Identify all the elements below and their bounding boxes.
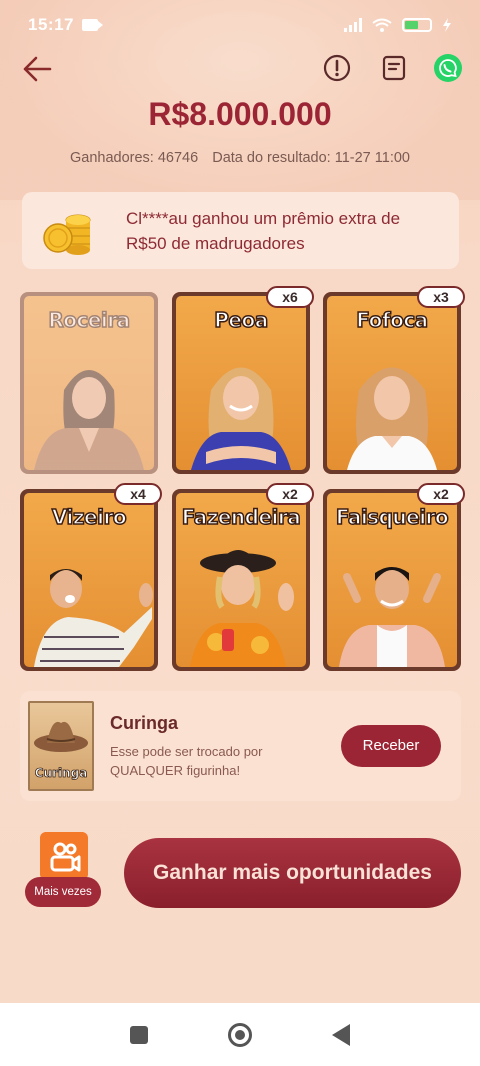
wild-card-image: Curinga: [28, 701, 94, 791]
home-icon[interactable]: [228, 1022, 252, 1047]
count-badge: x2: [417, 483, 465, 505]
video-camera-icon: [81, 19, 103, 31]
card-faisqueiro[interactable]: Faisqueiro x2: [323, 483, 465, 671]
person-image: [339, 567, 445, 667]
document-icon[interactable]: [380, 54, 408, 82]
card-fazendeira[interactable]: Fazendeira x2: [172, 483, 314, 671]
card-fofoca[interactable]: Fofoca x3: [323, 286, 465, 474]
more-times-label: Mais vezes: [25, 877, 101, 907]
person-image: [347, 367, 437, 470]
whatsapp-icon[interactable]: [434, 54, 462, 82]
clock: 15:17: [28, 15, 74, 34]
person-image: [191, 367, 291, 470]
earn-more-button[interactable]: Ganhar mais oportunidades: [124, 838, 461, 908]
person-image: [34, 569, 153, 667]
battery-icon: [402, 18, 432, 32]
wild-description: Esse pode ser trocado por QUALQUER figur…: [110, 744, 263, 778]
wifi-icon: [372, 18, 392, 32]
winners-count: Ganhadores: 46746: [70, 150, 199, 166]
count-badge: x3: [417, 286, 465, 308]
more-times-button[interactable]: Mais vezes: [25, 832, 101, 910]
card-title: Roceira: [48, 307, 131, 333]
result-meta: Ganhadores: 46746 Data do resultado: 11-…: [0, 150, 480, 166]
card-title: Fofoca: [356, 307, 429, 333]
coins-icon: [43, 214, 91, 255]
bonus-notice: Cl****au ganhou um prêmio extra de R$50 …: [22, 192, 459, 269]
count-badge: x4: [114, 483, 162, 505]
card-title: Fazendeira: [181, 504, 302, 530]
back-arrow-icon[interactable]: [22, 56, 52, 82]
video-icon: [40, 832, 88, 880]
top-navigation: [0, 50, 480, 90]
signal-icon: [344, 18, 362, 32]
card-title: Faisqueiro: [335, 504, 449, 530]
count-badge: x2: [266, 483, 314, 505]
prize-amount: R$8.000.000: [148, 96, 332, 132]
recent-apps-icon[interactable]: [130, 1025, 148, 1044]
wild-title: Curinga: [110, 713, 179, 733]
status-bar: 15:17: [0, 0, 480, 50]
notice-line-1: Cl****au ganhou um prêmio extra de: [126, 208, 401, 228]
person-image: [34, 370, 144, 470]
receive-button[interactable]: Receber: [341, 725, 441, 767]
info-alert-icon[interactable]: [323, 54, 351, 82]
result-date: Data do resultado: 11-27 11:00: [212, 150, 410, 166]
wild-card-panel: Curinga Curinga Esse pode ser trocado po…: [20, 691, 461, 801]
system-navigation-bar: [0, 1003, 480, 1066]
wild-image-label: Curinga: [35, 766, 88, 780]
card-title: Vizeiro: [51, 504, 127, 530]
card-vizeiro[interactable]: Vizeiro x4: [20, 483, 162, 671]
card-title: Peoa: [214, 307, 269, 333]
notice-line-2: R$50 de madrugadores: [126, 233, 305, 253]
charging-icon: [443, 18, 451, 32]
count-badge: x6: [266, 286, 314, 308]
person-image: [190, 550, 294, 667]
card-peoa[interactable]: Peoa x6: [172, 286, 314, 474]
back-triangle-icon[interactable]: [332, 1023, 350, 1046]
cowboy-hat-icon: Curinga: [34, 721, 88, 780]
card-roceira[interactable]: Roceira: [20, 292, 158, 474]
